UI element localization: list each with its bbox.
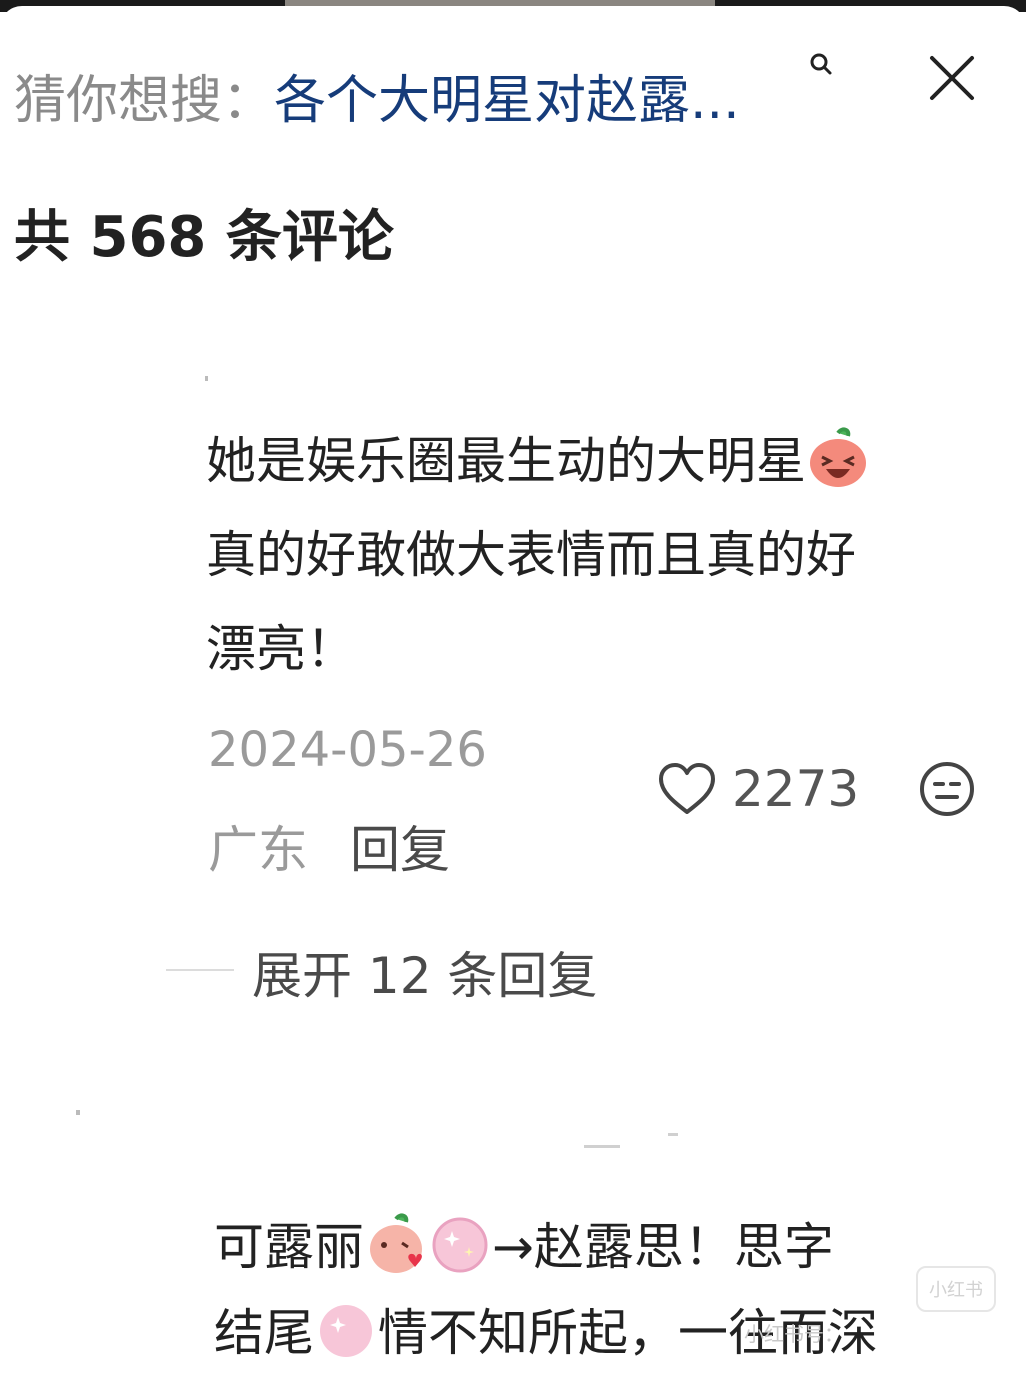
sparkle-orb-emoji-icon <box>432 1217 488 1272</box>
dislike-face-icon[interactable] <box>918 760 976 818</box>
comment-line: 她是娱乐圈最生动的大明星 <box>206 414 870 508</box>
speck <box>205 376 208 381</box>
speck <box>76 1110 80 1115</box>
search-icon[interactable] <box>808 52 834 78</box>
comment-date: 2024-05-26 <box>208 722 487 778</box>
comment-line: 真的好敢做大表情而且真的好 <box>206 526 856 584</box>
search-suggestion[interactable]: 猜你想搜： 各个大明星对赵露... <box>14 58 740 132</box>
close-icon[interactable] <box>924 50 980 106</box>
watermark-badge: 小红书 <box>916 1266 996 1312</box>
comment-location: 广东 <box>208 821 308 879</box>
divider <box>166 969 234 971</box>
comment-line: 漂亮！ <box>206 620 356 678</box>
suggestion-prefix: 猜你想搜： <box>14 70 275 131</box>
heart-icon[interactable] <box>656 760 718 818</box>
comment-count: 共 568 条评论 <box>14 205 394 270</box>
expand-replies-button[interactable]: 展开 12 条回复 <box>252 936 597 1008</box>
speck <box>584 1145 620 1148</box>
comment-text: 她是娱乐圈最生动的大明星 真的好敢做大表情而且真的好 漂亮！ <box>206 414 870 696</box>
like-count: 2273 <box>732 760 860 818</box>
comment-text: 可露丽 →赵露思！思字 结尾 情不知所起，一往而深 <box>214 1204 878 1376</box>
kiss-emoji-icon <box>370 1212 422 1273</box>
sparkle-orb-emoji-icon <box>320 1304 372 1357</box>
watermark-text: 小红书号： <box>744 1322 844 1346</box>
speck <box>668 1133 678 1136</box>
suggestion-query[interactable]: 各个大明星对赵露... <box>274 58 740 133</box>
comment-line: 可露丽 →赵露思！思字 <box>214 1204 878 1290</box>
reply-button[interactable]: 回复 <box>350 810 450 882</box>
laughing-emoji-icon <box>810 426 866 487</box>
